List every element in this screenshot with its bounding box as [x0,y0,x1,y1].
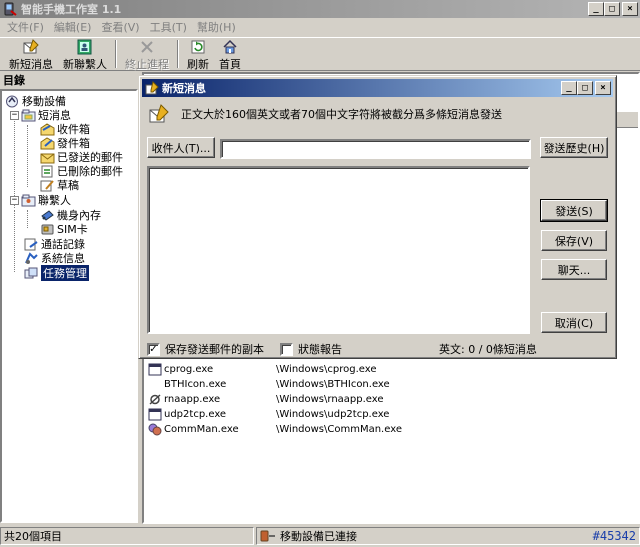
menubar: 文件(F) 編輯(E) 查看(V) 工具(T) 幫助(H) [0,18,640,36]
message-body-textarea[interactable] [147,166,530,334]
table-row[interactable]: udp2tcp.exe \Windows\udp2tcp.exe [148,407,389,422]
dialog-info: 正文大於160個英文或者70個中文字符將被截分爲多條短消息發送 [149,104,502,124]
close-button[interactable]: × [622,2,638,16]
window-title: 智能手機工作室 1.1 [21,3,122,16]
connection-icon [260,529,276,543]
home-button[interactable]: 首頁 [214,38,246,71]
app-icon [3,2,17,16]
dialog-minimize-button[interactable]: _ [561,81,577,95]
cancel-button[interactable]: 取消(C) [541,312,607,333]
sent-mail-icon [40,151,55,164]
collapse-toggle[interactable]: − [10,110,19,120]
tree-item-task-manager[interactable]: 任務管理 [24,265,89,281]
connection-app-icon [148,393,162,406]
directory-header: 目錄 [3,74,25,87]
table-row[interactable]: CommMan.exe \Windows\CommMan.exe [148,422,402,437]
sim-card-icon [40,223,55,236]
home-icon [222,39,238,55]
drafts-icon [40,179,55,192]
maximize-button[interactable]: □ [604,2,620,16]
connection-status: 移動設備已連接 [256,527,640,545]
refresh-button[interactable]: 刷新 [182,38,214,71]
inbox-icon [40,122,55,136]
status-bar: 共20個項目 移動設備已連接 [0,525,640,547]
phone-memory-icon [40,209,55,222]
tree-item-inbox[interactable]: 收件箱 [40,122,90,136]
item-count: 共20個項目 [0,527,254,545]
tree-item-sim[interactable]: SIM卡 [40,222,88,236]
system-info-icon [24,251,39,265]
send-button[interactable]: 發送(S) [540,199,608,222]
terminate-process-icon [139,39,155,55]
char-counter: 英文: 0 / 0條短消息 [439,343,537,356]
image-id: #45342 [592,529,636,543]
main-titlebar[interactable]: 智能手機工作室 1.1 _ □ × [0,0,640,18]
blank-app-icon [148,378,162,391]
window-app-icon [148,408,162,421]
new-sms-icon [145,81,159,95]
menu-file[interactable]: 文件(F) [2,19,49,35]
checkbox-checked[interactable]: ✓ [147,342,160,356]
tree-item-sms[interactable]: − 短消息 [10,108,71,122]
send-history-button[interactable]: 發送歷史(H) [540,137,608,158]
toolbar-separator [177,40,179,68]
menu-edit[interactable]: 編輯(E) [49,19,97,35]
menu-tools[interactable]: 工具(T) [145,19,192,35]
tree-item-drafts[interactable]: 草稿 [40,178,79,192]
contacts-folder-icon [21,194,36,207]
tree-item-outbox[interactable]: 發件箱 [40,136,90,150]
tree-item-system-info[interactable]: 系統信息 [24,251,85,265]
commman-app-icon [148,423,162,436]
dialog-maximize-button[interactable]: □ [577,81,593,95]
tree-item-contacts[interactable]: − 聯繫人 [10,193,71,207]
save-copy-checkbox[interactable]: ✓ 保存發送郵件的副本 [147,341,264,357]
recipient-button[interactable]: 收件人(T)... [147,137,215,158]
folder-tree[interactable]: 移動設備 − 短消息 收件箱 發件箱 已發送的郵件 已刪除的郵件 草稿 − 聯繫… [0,89,138,523]
compose-icon [149,104,169,124]
checkbox-unchecked[interactable] [280,342,293,356]
task-manager-icon [24,267,39,280]
chat-button[interactable]: 聊天... [541,259,607,280]
menu-view[interactable]: 查看(V) [96,19,144,35]
tree-item-mobile-device[interactable]: 移動設備 [5,94,66,108]
refresh-icon [190,39,206,55]
table-row[interactable]: cprog.exe \Windows\cprog.exe [148,362,377,377]
table-row[interactable]: BTHIcon.exe \Windows\BTHIcon.exe [148,377,390,392]
toolbar: 新短消息 新聯繫人 終止進程 刷新 首頁 [0,37,640,71]
new-sms-dialog: 新短消息 _ □ × 正文大於160個英文或者70個中文字符將被截分爲多條短消息… [138,75,617,359]
window-app-icon [148,363,162,376]
recipient-input[interactable] [220,139,531,159]
sms-folder-icon [21,109,36,122]
new-contact-icon [77,39,93,55]
menu-help[interactable]: 幫助(H) [192,19,241,35]
dialog-close-button[interactable]: × [595,81,611,95]
status-report-checkbox[interactable]: 狀態報告 [280,341,342,357]
new-sms-icon [23,39,39,55]
terminate-process-button[interactable]: 終止進程 [120,38,174,71]
table-row[interactable]: rnaapp.exe \Windows\rnaapp.exe [148,392,384,407]
mobile-device-icon [5,95,20,108]
tree-item-deleted[interactable]: 已刪除的郵件 [40,164,123,178]
minimize-button[interactable]: _ [588,2,604,16]
toolbar-separator [115,40,117,68]
new-contact-button[interactable]: 新聯繫人 [58,38,112,71]
tree-item-sent[interactable]: 已發送的郵件 [40,150,123,164]
tree-item-call-log[interactable]: 通話記錄 [24,237,85,251]
collapse-toggle[interactable]: − [10,195,19,205]
tree-item-phone-memory[interactable]: 機身內存 [40,208,101,222]
save-button[interactable]: 保存(V) [541,230,607,251]
outbox-icon [40,136,55,150]
dialog-titlebar[interactable]: 新短消息 _ □ × [142,79,613,97]
deleted-mail-icon [40,165,55,178]
call-log-icon [24,238,39,251]
new-sms-button[interactable]: 新短消息 [4,38,58,71]
